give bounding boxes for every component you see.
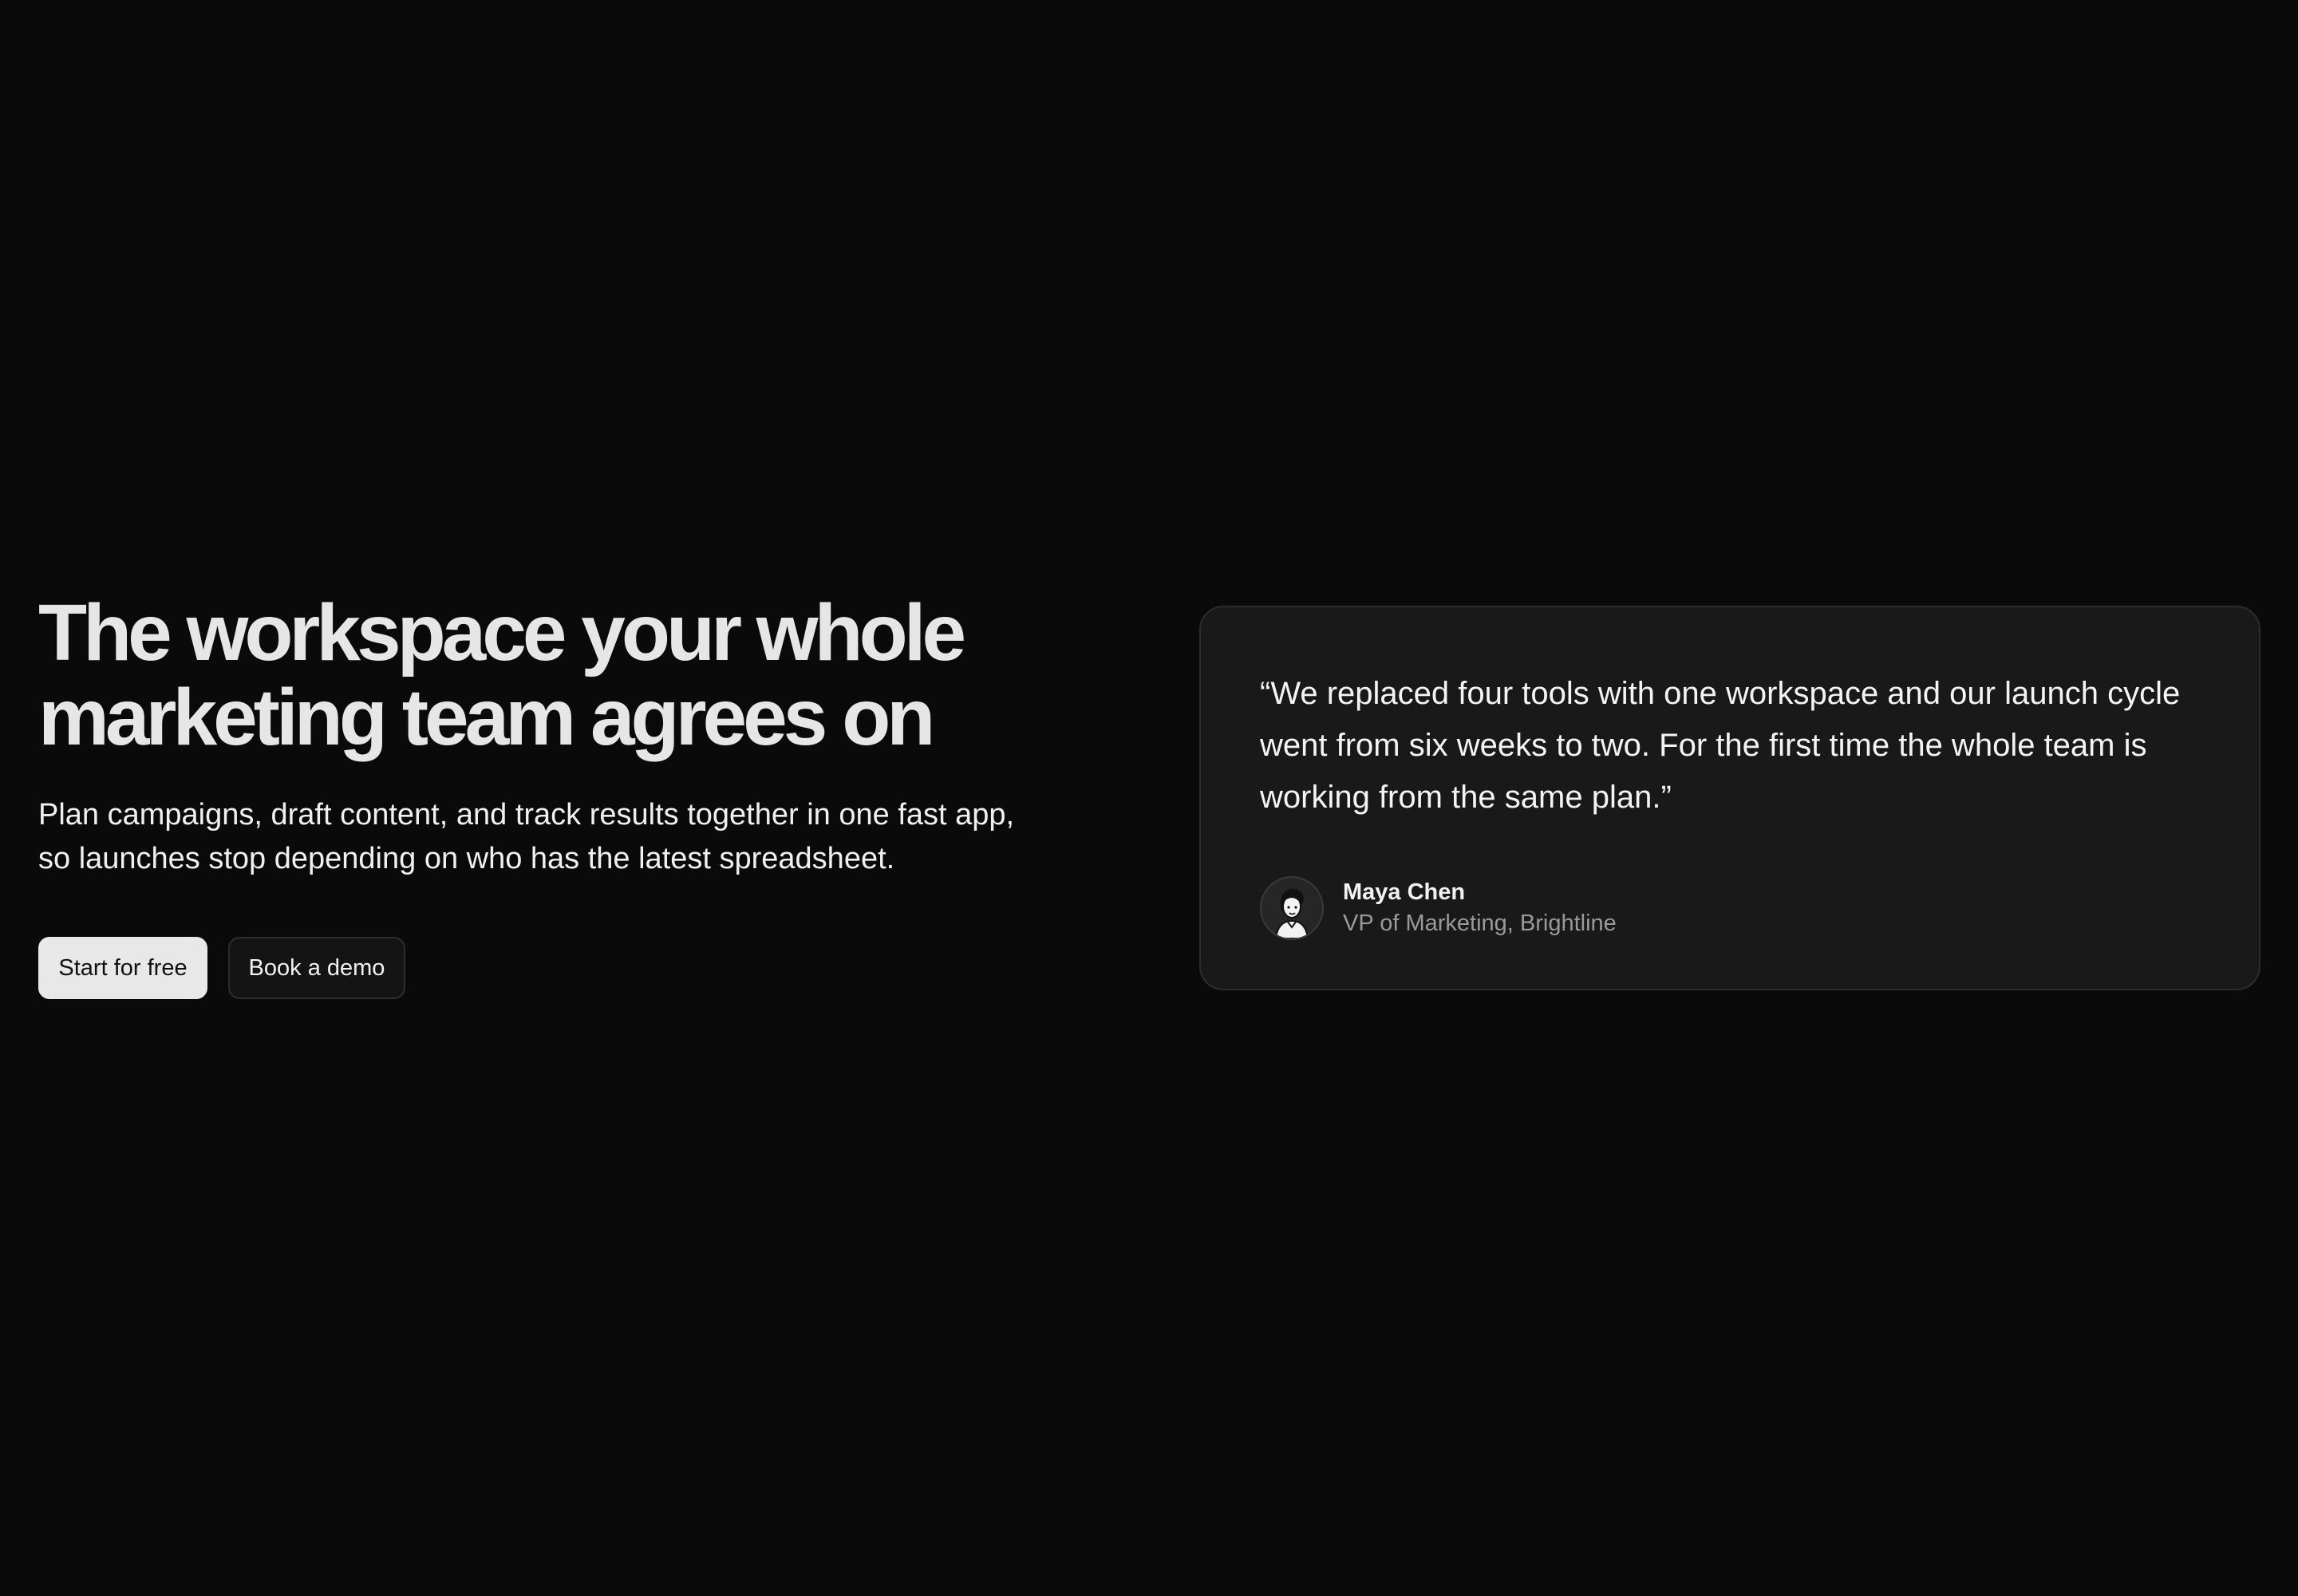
hero-headline: The workspace your whole marketing team … xyxy=(38,588,966,762)
hero-actions: Start for free Book a demo xyxy=(38,937,1092,999)
start-for-free-button[interactable]: Start for free xyxy=(38,937,207,999)
author-name: Maya Chen xyxy=(1343,879,1466,905)
hero-section: The workspace your whole marketing team … xyxy=(38,591,1092,999)
person-avatar-icon xyxy=(1260,876,1324,940)
author-details: Maya Chen VP of Marketing, Brightline xyxy=(1343,877,1617,939)
testimonial-quote: “We replaced four tools with one workspa… xyxy=(1260,676,2181,815)
book-a-demo-button[interactable]: Book a demo xyxy=(228,937,405,999)
avatar-illustration xyxy=(1262,878,1322,938)
author-role: VP of Marketing, Brightline xyxy=(1343,911,1617,936)
testimonial-card: “We replaced four tools with one workspa… xyxy=(1199,606,2260,990)
hero-subhead: Plan campaigns, draft content, and track… xyxy=(38,798,1015,875)
testimonial-author: Maya Chen VP of Marketing, Brightline xyxy=(1260,876,2201,940)
